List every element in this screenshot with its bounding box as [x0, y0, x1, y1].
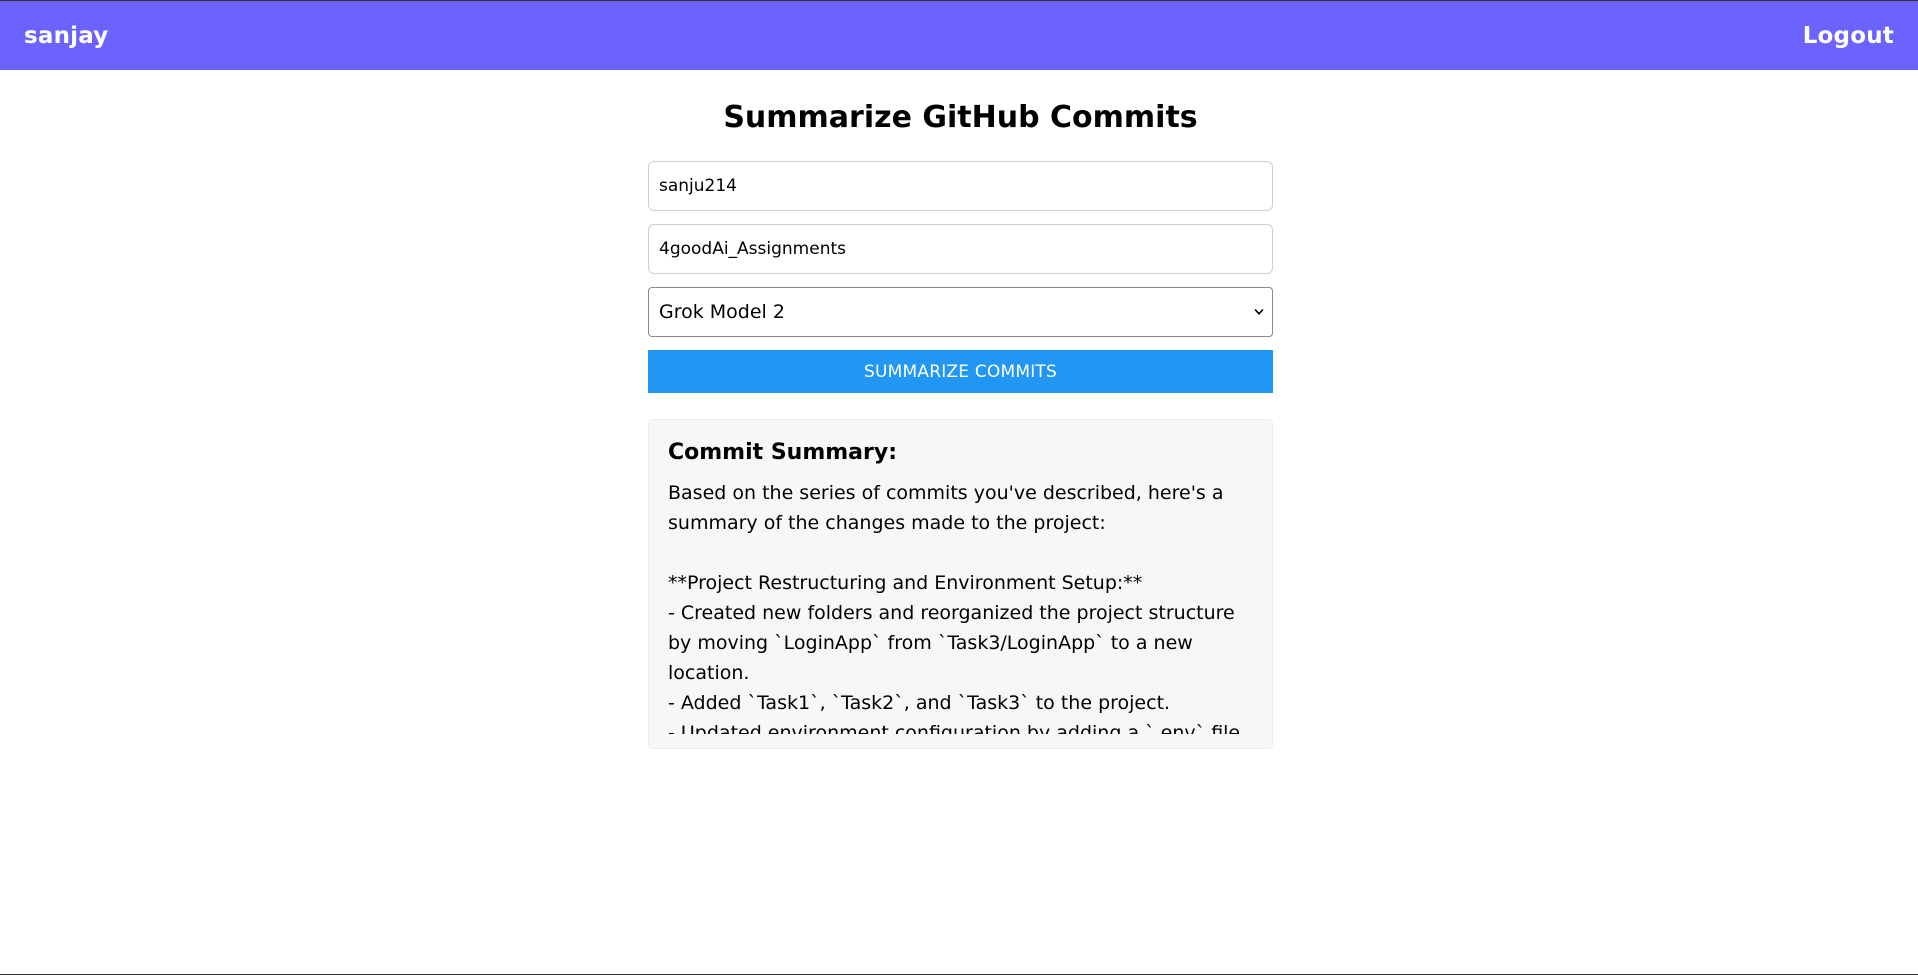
summary-text[interactable]: Based on the series of commits you've de… — [668, 478, 1253, 734]
commit-summary-card: Commit Summary: Based on the series of c… — [648, 419, 1273, 749]
summary-heading: Commit Summary: — [668, 440, 898, 465]
chevron-down-icon — [1254, 309, 1264, 315]
github-username-input[interactable] — [648, 161, 1273, 211]
logout-link[interactable]: Logout — [1803, 23, 1894, 49]
page-title: Summarize GitHub Commits — [723, 100, 1198, 135]
model-select-value: Grok Model 2 — [659, 301, 785, 323]
top-navbar: sanjay Logout — [0, 1, 1918, 70]
repository-name-input[interactable] — [648, 224, 1273, 274]
main-form-container: Summarize GitHub Commits Grok Model 2 SU… — [648, 70, 1273, 749]
app-window: sanjay Logout Summarize GitHub Commits G… — [0, 0, 1918, 975]
summarize-commits-button[interactable]: SUMMARIZE COMMITS — [648, 350, 1273, 393]
model-select[interactable]: Grok Model 2 — [648, 287, 1273, 337]
username-brand: sanjay — [24, 22, 109, 49]
